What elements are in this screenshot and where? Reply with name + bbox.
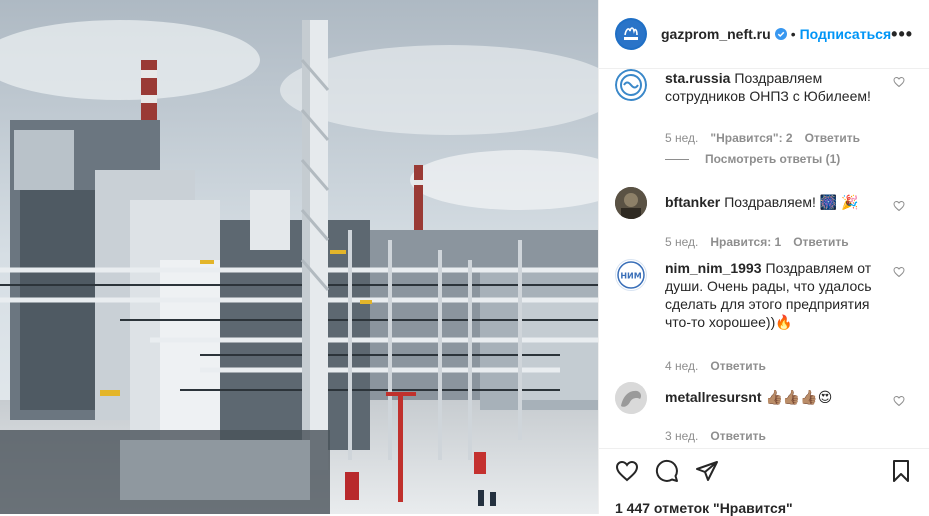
refinery-photo <box>0 0 598 514</box>
sta-russia-logo-icon <box>615 69 647 101</box>
comment-bubble-icon[interactable] <box>655 459 679 488</box>
nim-logo-icon: НИМ <box>617 261 645 289</box>
comment-time: 5 нед. <box>665 131 699 145</box>
post-side-panel: gazprom_neft.ru • Подписаться ••• sta.ru… <box>598 0 929 516</box>
comment-text: 👍🏽👍🏽👍🏽😍 <box>765 389 833 405</box>
comment-avatar[interactable] <box>615 382 647 414</box>
replies-line <box>665 158 689 160</box>
comment-username[interactable]: sta.russia <box>665 70 730 86</box>
comment-username[interactable]: bftanker <box>665 194 720 210</box>
view-replies-button[interactable]: Посмотреть ответы (1) <box>665 152 840 166</box>
like-heart-icon[interactable] <box>615 459 639 488</box>
account-username[interactable]: gazprom_neft.ru <box>661 26 771 42</box>
post-header: gazprom_neft.ru • Подписаться ••• <box>599 0 929 69</box>
more-options-icon[interactable]: ••• <box>891 24 913 45</box>
comment-avatar[interactable] <box>615 69 647 101</box>
comment-meta: 5 нед. Нравится: 1 Ответить <box>665 235 849 249</box>
like-comment-heart-icon[interactable] <box>893 199 905 217</box>
comment-item: metallresursnt 👍🏽👍🏽👍🏽😍 <box>615 382 913 414</box>
comment-likes-count[interactable]: Нравится: 1 <box>710 235 781 249</box>
like-comment-heart-icon[interactable] <box>893 394 905 412</box>
comment-avatar[interactable] <box>615 187 647 219</box>
gazprom-logo-icon <box>617 20 645 48</box>
comments-list[interactable]: sta.russia Поздравляем сотрудников ОНПЗ с… <box>599 69 929 448</box>
post-photo[interactable] <box>0 0 598 514</box>
verified-badge-icon <box>774 28 787 40</box>
comment-likes-count[interactable]: "Нравится": 2 <box>710 131 792 145</box>
comment-time: 3 нед. <box>665 429 699 443</box>
reply-button[interactable]: Ответить <box>805 131 860 145</box>
comment-meta: 4 нед. Ответить <box>665 359 766 373</box>
comment-time: 5 нед. <box>665 235 699 249</box>
header-separator: • <box>790 26 796 42</box>
comment-time: 4 нед. <box>665 359 699 373</box>
comment-text: Поздравляем! 🎆 🎉 <box>724 194 859 210</box>
metallresursnt-avatar-icon <box>615 382 647 414</box>
instagram-post: gazprom_neft.ru • Подписаться ••• sta.ru… <box>0 0 929 516</box>
share-direct-icon[interactable] <box>695 459 719 488</box>
account-avatar[interactable] <box>615 18 647 50</box>
like-comment-heart-icon[interactable] <box>893 75 905 93</box>
comment-avatar[interactable]: НИМ <box>615 259 647 291</box>
post-actions: 1 447 отметок "Нравится" <box>599 448 929 516</box>
comment-item: sta.russia Поздравляем сотрудников ОНПЗ с… <box>615 69 913 105</box>
comment-meta: 5 нед. "Нравится": 2 Ответить <box>665 131 860 145</box>
reply-button[interactable]: Ответить <box>710 359 765 373</box>
save-bookmark-icon[interactable] <box>889 459 913 488</box>
like-comment-heart-icon[interactable] <box>893 265 905 283</box>
svg-text:НИМ: НИМ <box>620 272 641 281</box>
reply-button[interactable]: Ответить <box>710 429 765 443</box>
follow-button[interactable]: Подписаться <box>800 26 892 42</box>
comment-username[interactable]: nim_nim_1993 <box>665 260 762 276</box>
comment-meta: 3 нед. Ответить <box>665 429 766 443</box>
comment-item: НИМ nim_nim_1993 Поздравляем от души. Оче… <box>615 259 913 331</box>
comment-item: bftanker Поздравляем! 🎆 🎉 <box>615 187 913 219</box>
reply-button[interactable]: Ответить <box>793 235 848 249</box>
bftanker-avatar-icon <box>615 187 647 219</box>
comment-username[interactable]: metallresursnt <box>665 389 761 405</box>
view-replies-label: Посмотреть ответы (1) <box>705 152 841 166</box>
